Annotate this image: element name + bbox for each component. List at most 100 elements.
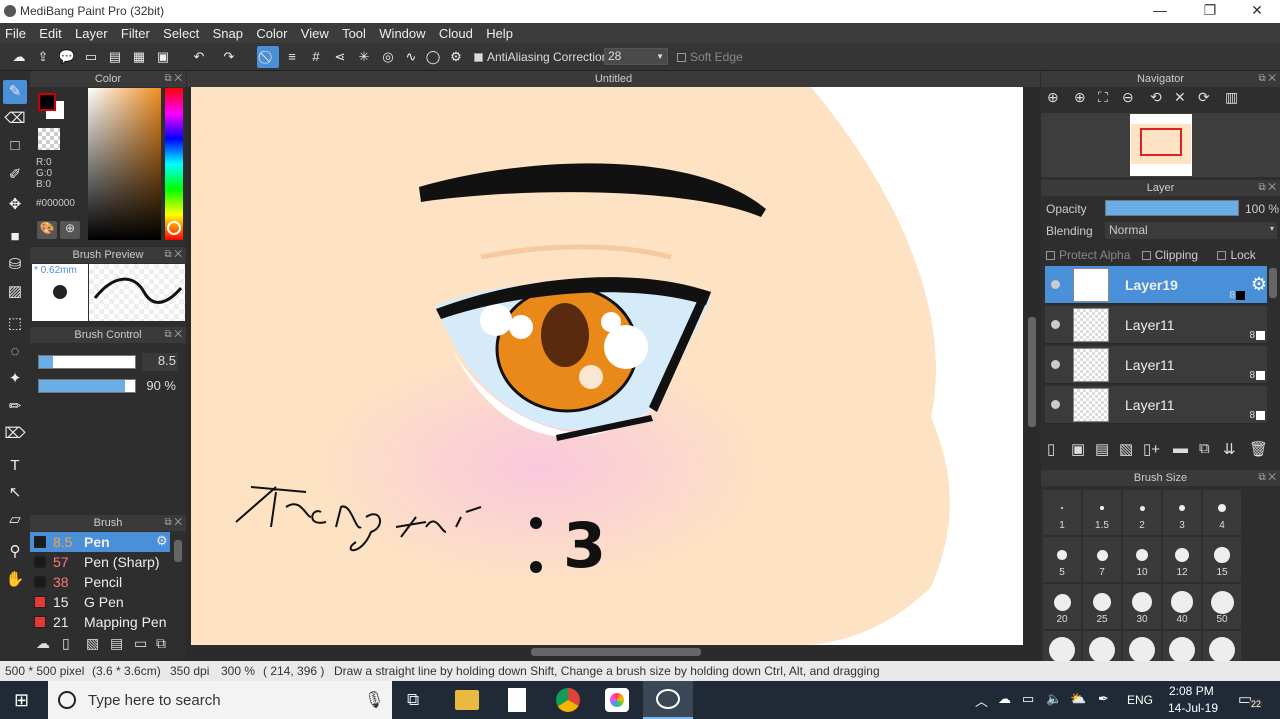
eye-icon[interactable]: [1051, 280, 1060, 289]
select-pen-icon[interactable]: ✐: [3, 163, 27, 187]
brush-size-option[interactable]: 1: [1043, 490, 1081, 535]
select-pen-tool-icon[interactable]: ✏: [3, 395, 27, 419]
radial-snap-icon[interactable]: ⋖: [329, 46, 351, 68]
palette-icon[interactable]: 🎨: [37, 221, 57, 239]
document-tab[interactable]: Untitled: [187, 71, 1040, 87]
vertical-scroll-thumb[interactable]: [1028, 317, 1036, 427]
clock-date[interactable]: 14-Jul-19: [1168, 701, 1218, 715]
gradient-tool-icon[interactable]: ▨: [3, 280, 27, 304]
lock-checkbox[interactable]: [1217, 251, 1227, 261]
brush-size-option[interactable]: 15: [1203, 537, 1241, 582]
navigator-preview[interactable]: [1041, 113, 1280, 177]
ellipse-snap-icon[interactable]: ◯: [422, 46, 444, 68]
redo-icon[interactable]: ↷: [218, 46, 240, 68]
select-rect-icon[interactable]: ⬚: [3, 312, 27, 336]
menu-tool[interactable]: Tool: [337, 23, 371, 44]
volume-icon[interactable]: 🔈: [1046, 691, 1062, 707]
brush-item[interactable]: 57 Pen (Sharp): [30, 552, 170, 572]
merge-layer-icon[interactable]: ⇊: [1223, 440, 1236, 458]
trash-icon[interactable]: 🗑: [1249, 440, 1268, 458]
chrome-icon[interactable]: [556, 688, 580, 712]
dot-tool-icon[interactable]: □: [3, 134, 27, 158]
menu-cloud[interactable]: Cloud: [434, 23, 478, 44]
magic-wand-icon[interactable]: ✦: [3, 367, 27, 391]
new-halftone-layer-icon[interactable]: ▣: [1071, 440, 1085, 458]
brush-size-option[interactable]: 7: [1083, 537, 1121, 582]
brush-size-option[interactable]: [1123, 631, 1161, 661]
duplicate-layer-icon[interactable]: ⧉: [1199, 440, 1210, 457]
menu-select[interactable]: Select: [158, 23, 204, 44]
hand-tool-icon[interactable]: ✋: [3, 568, 27, 592]
folder-icon[interactable]: ▬: [1173, 440, 1188, 457]
eraser-tool-icon[interactable]: ⌫: [3, 107, 27, 131]
task-view-icon[interactable]: ⧉: [407, 690, 419, 710]
layer-row[interactable]: Layer11 8: [1045, 346, 1267, 384]
brush-copy-icon[interactable]: ▤: [110, 635, 123, 652]
eye-icon[interactable]: [1051, 400, 1060, 409]
new-8bit-layer-icon[interactable]: ▤: [1095, 440, 1109, 458]
color-sv-picker[interactable]: [88, 88, 161, 240]
reset-icon[interactable]: ✕: [1174, 89, 1186, 106]
minimize-button[interactable]: —: [1140, 2, 1180, 18]
close-icon[interactable]: ⧉ ✕: [164, 515, 182, 531]
clipping-checkbox[interactable]: [1141, 251, 1151, 261]
windows-start-icon[interactable]: ⊞: [14, 690, 29, 711]
paint-app-icon[interactable]: [605, 688, 629, 712]
close-icon[interactable]: ⧉ ✕: [1258, 470, 1276, 486]
add-brush-icon[interactable]: ▯: [62, 635, 70, 652]
gear-icon[interactable]: ⚙: [156, 533, 168, 549]
brush-size-option[interactable]: 10: [1123, 537, 1161, 582]
layer-row[interactable]: Layer11 8: [1045, 306, 1267, 344]
menu-layer[interactable]: Layer: [70, 23, 113, 44]
menu-snap[interactable]: Snap: [208, 23, 248, 44]
menu-filter[interactable]: Filter: [116, 23, 155, 44]
chat-icon[interactable]: ▭: [80, 46, 102, 68]
restore-button[interactable]: ❐: [1190, 2, 1230, 19]
layer-row[interactable]: Layer19 8 ⚙: [1045, 266, 1267, 304]
clock-time[interactable]: 2:08 PM: [1169, 684, 1214, 698]
hue-slider[interactable]: [165, 88, 183, 240]
flip-icon[interactable]: ▥: [1225, 89, 1238, 106]
hue-handle[interactable]: [167, 221, 181, 235]
brush-size-option[interactable]: 12: [1163, 537, 1201, 582]
snap-off-icon[interactable]: ⃠: [257, 46, 279, 68]
text-tool-icon[interactable]: T: [3, 454, 27, 478]
layer-row[interactable]: Layer11 8: [1045, 386, 1267, 424]
select-eraser-icon[interactable]: ⌦: [3, 422, 27, 446]
navigator-viewport[interactable]: [1140, 128, 1182, 156]
bucket-tool-icon[interactable]: ⛁: [3, 253, 27, 277]
divide-tool-icon[interactable]: ▱: [3, 508, 27, 532]
brush-item[interactable]: 15 G Pen: [30, 592, 170, 612]
horizontal-scroll-thumb[interactable]: [531, 648, 701, 656]
close-icon[interactable]: ⧉ ✕: [1258, 180, 1276, 196]
comment-icon[interactable]: 💬: [56, 46, 78, 68]
lasso-tool-icon[interactable]: ◌: [3, 340, 27, 364]
cloud-icon[interactable]: ☁: [998, 691, 1011, 707]
microphone-icon[interactable]: 🎙: [364, 690, 384, 710]
brush-size-option[interactable]: [1043, 631, 1081, 661]
parallel-snap-icon[interactable]: ≡: [281, 46, 303, 68]
menu-edit[interactable]: Edit: [34, 23, 66, 44]
close-icon[interactable]: ⧉ ✕: [164, 71, 182, 87]
share-icon[interactable]: ⇪: [32, 46, 54, 68]
eyedropper-icon[interactable]: ⚲: [3, 540, 27, 564]
new-layer-icon[interactable]: ▯: [1047, 440, 1055, 458]
blending-select[interactable]: Normal ▾: [1105, 222, 1277, 239]
new-folder-layer-icon[interactable]: ▧: [1119, 440, 1133, 458]
cross-snap-icon[interactable]: ✳: [353, 46, 375, 68]
brush-opacity-slider[interactable]: [38, 379, 136, 393]
rotate-right-icon[interactable]: ⟳: [1198, 89, 1210, 106]
curve-snap-icon[interactable]: ∿: [400, 46, 422, 68]
search-box[interactable]: Type here to search 🎙: [48, 681, 392, 719]
brush-item[interactable]: 8.5 Pen ⚙: [30, 532, 170, 552]
page-icon[interactable]: ▤: [104, 46, 126, 68]
antialiasing-checkbox[interactable]: [474, 53, 483, 63]
brush-size-option[interactable]: 3: [1163, 490, 1201, 535]
document-app-icon[interactable]: [508, 688, 526, 712]
brush-size-option[interactable]: 40: [1163, 584, 1201, 629]
brush-size-option[interactable]: 20: [1043, 584, 1081, 629]
undo-icon[interactable]: ↶: [188, 46, 210, 68]
brush-size-option[interactable]: 30: [1123, 584, 1161, 629]
frame-icon[interactable]: ▣: [152, 46, 174, 68]
menu-help[interactable]: Help: [481, 23, 518, 44]
